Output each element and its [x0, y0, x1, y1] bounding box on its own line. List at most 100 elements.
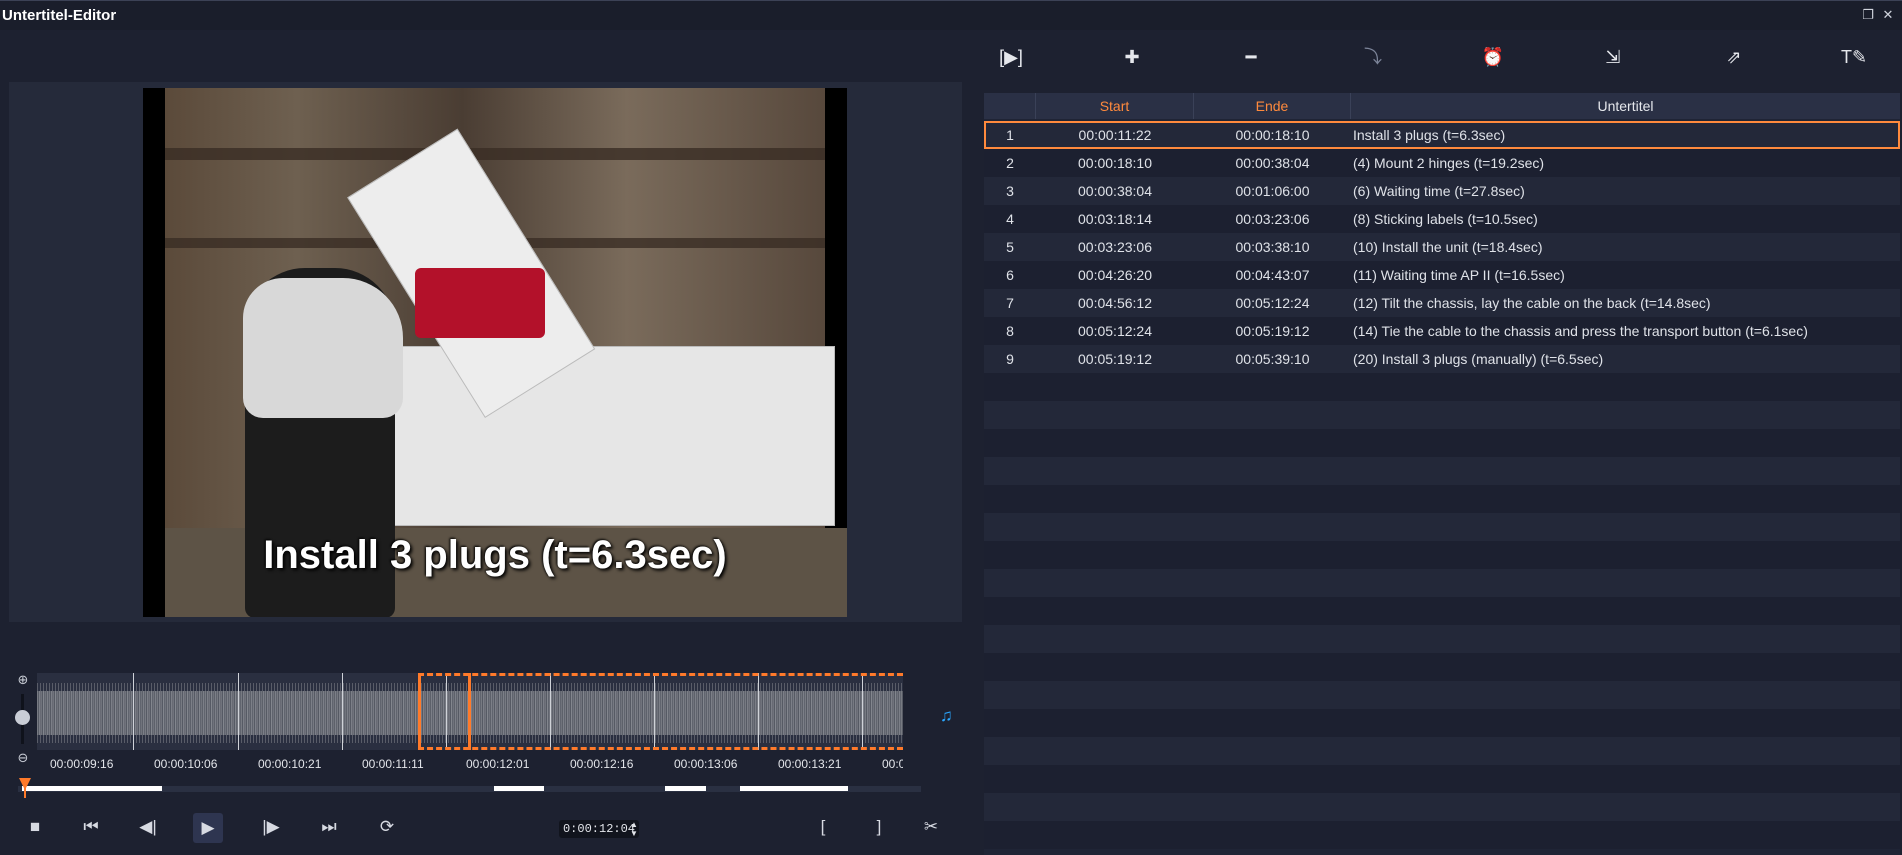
table-row[interactable]: 9 00:05:19:12 00:05:39:10 (20) Install 3… — [984, 345, 1900, 373]
alarm-icon[interactable]: ⏰ — [1478, 42, 1508, 72]
row-ende[interactable]: 00:00:18:10 — [1194, 121, 1351, 149]
row-ende[interactable]: 00:05:39:10 — [1194, 345, 1351, 373]
scrub-bar[interactable] — [18, 786, 921, 792]
subtitle-marker — [494, 786, 544, 791]
import-icon[interactable]: ⇲ — [1598, 42, 1628, 72]
row-subtitle[interactable]: Install 3 plugs (t=6.3sec) — [1353, 121, 1505, 149]
timecode-spinner-icon[interactable]: ▲ ▼ — [630, 820, 638, 838]
subtitle-range-selection[interactable] — [418, 673, 903, 750]
row-ende[interactable]: 00:05:19:12 — [1194, 317, 1351, 345]
mark-in-icon[interactable]: [ — [808, 812, 838, 842]
table-row[interactable]: 8 00:05:12:24 00:05:19:12 (14) Tie the c… — [984, 317, 1900, 345]
empty-row — [984, 373, 1900, 401]
row-start[interactable]: 00:00:18:10 — [1036, 149, 1194, 177]
empty-row — [984, 569, 1900, 597]
tick-label: 00:00:13:06 — [674, 757, 738, 771]
row-ende[interactable]: 00:05:12:24 — [1194, 289, 1351, 317]
zoom-in-icon[interactable]: ⊕ — [15, 672, 31, 688]
table-row[interactable]: 3 00:00:38:04 00:01:06:00 (6) Waiting ti… — [984, 177, 1900, 205]
audio-waveform-icon[interactable]: ♫ — [940, 706, 962, 726]
subtitle-overlay: Install 3 plugs (t=6.3sec) — [263, 533, 727, 577]
mark-out-icon[interactable]: ] — [864, 812, 894, 842]
table-header: Start Ende Untertitel — [984, 93, 1900, 119]
subtitle-marker — [740, 786, 848, 791]
empty-row — [984, 709, 1900, 737]
table-row[interactable]: 6 00:04:26:20 00:04:43:07 (11) Waiting t… — [984, 261, 1900, 289]
row-number: 4 — [1006, 211, 1014, 227]
row-ende[interactable]: 00:00:38:04 — [1194, 149, 1351, 177]
empty-row — [984, 765, 1900, 793]
import-disabled-icon[interactable]: ⤵ — [1358, 42, 1388, 72]
table-row[interactable]: 2 00:00:18:10 00:00:38:04 (4) Mount 2 hi… — [984, 149, 1900, 177]
empty-row — [984, 737, 1900, 765]
table-row[interactable]: 5 00:03:23:06 00:03:38:10 (10) Install t… — [984, 233, 1900, 261]
playhead[interactable] — [19, 778, 31, 798]
header-start[interactable]: Start — [1036, 93, 1194, 119]
row-ende[interactable]: 00:03:23:06 — [1194, 205, 1351, 233]
row-start[interactable]: 00:04:56:12 — [1036, 289, 1194, 317]
row-start[interactable]: 00:00:38:04 — [1036, 177, 1194, 205]
empty-row — [984, 457, 1900, 485]
tick-label: 00:00:10:06 — [154, 757, 218, 771]
row-ende[interactable]: 00:01:06:00 — [1194, 177, 1351, 205]
restore-window-icon[interactable]: ❐ — [1860, 7, 1876, 23]
row-start[interactable]: 00:03:23:06 — [1036, 233, 1194, 261]
title-bar: Untertitel-Editor ❐ ✕ — [0, 0, 1902, 30]
row-subtitle[interactable]: (8) Sticking labels (t=10.5sec) — [1353, 205, 1538, 233]
tick-label: 00:00:11:11 — [362, 757, 424, 771]
audio-waveform-timeline[interactable] — [37, 673, 903, 750]
text-edit-icon[interactable]: T✎ — [1839, 42, 1869, 72]
next-frame-icon[interactable]: |▶ — [256, 812, 286, 842]
subtitle-table: Start Ende Untertitel 1 00:00:11:22 00:0… — [984, 93, 1900, 855]
empty-row — [984, 401, 1900, 429]
header-untertitel[interactable]: Untertitel — [1351, 93, 1900, 119]
empty-row — [984, 681, 1900, 709]
previous-frame-icon[interactable]: ◀| — [133, 812, 163, 842]
play-subtitle-icon[interactable]: [▶] — [996, 42, 1026, 72]
video-preview[interactable]: Install 3 plugs (t=6.3sec) — [143, 88, 847, 617]
header-number[interactable] — [984, 93, 1036, 119]
timeline-ruler: 00:00:09:16 00:00:10:06 00:00:10:21 00:0… — [37, 757, 903, 773]
export-icon[interactable]: ⇗ — [1719, 42, 1749, 72]
row-start[interactable]: 00:00:11:22 — [1036, 121, 1194, 149]
row-subtitle[interactable]: (12) Tilt the chassis, lay the cable on … — [1353, 289, 1711, 317]
split-icon[interactable]: ✂ — [916, 812, 946, 842]
play-icon[interactable]: ▶ — [193, 813, 223, 843]
row-subtitle[interactable]: (11) Waiting time AP II (t=16.5sec) — [1353, 261, 1565, 289]
go-to-start-icon[interactable]: ⏮ — [76, 812, 106, 842]
zoom-out-icon[interactable]: ⊖ — [15, 750, 31, 766]
row-subtitle[interactable]: (6) Waiting time (t=27.8sec) — [1353, 177, 1525, 205]
empty-row — [984, 485, 1900, 513]
table-row[interactable]: 4 00:03:18:14 00:03:23:06 (8) Sticking l… — [984, 205, 1900, 233]
empty-row — [984, 597, 1900, 625]
empty-row — [984, 541, 1900, 569]
row-subtitle[interactable]: (4) Mount 2 hinges (t=19.2sec) — [1353, 149, 1544, 177]
row-ende[interactable]: 00:03:38:10 — [1194, 233, 1351, 261]
subtitle-segment[interactable] — [418, 673, 471, 750]
video-preview-panel: Install 3 plugs (t=6.3sec) — [9, 82, 962, 622]
row-start[interactable]: 00:05:19:12 — [1036, 345, 1194, 373]
row-number: 2 — [1006, 155, 1014, 171]
row-number: 5 — [1006, 239, 1014, 255]
repeat-icon[interactable]: ⟳ — [372, 812, 402, 842]
table-row[interactable]: 1 00:00:11:22 00:00:18:10 Install 3 plug… — [984, 121, 1900, 149]
remove-icon[interactable]: ━ — [1236, 42, 1266, 72]
close-icon[interactable]: ✕ — [1880, 7, 1896, 23]
stop-icon[interactable]: ■ — [20, 812, 50, 842]
row-subtitle[interactable]: (20) Install 3 plugs (manually) (t=6.5se… — [1353, 345, 1603, 373]
table-row[interactable]: 7 00:04:56:12 00:05:12:24 (12) Tilt the … — [984, 289, 1900, 317]
add-icon[interactable]: ✚ — [1117, 42, 1147, 72]
header-ende[interactable]: Ende — [1194, 93, 1351, 119]
empty-row — [984, 821, 1900, 849]
go-to-end-icon[interactable]: ⏭ — [314, 812, 344, 842]
timecode-field[interactable]: 0:00:12:04 — [559, 820, 639, 838]
row-subtitle[interactable]: (14) Tie the cable to the chassis and pr… — [1353, 317, 1808, 345]
window-title: Untertitel-Editor — [2, 7, 117, 24]
row-start[interactable]: 00:04:26:20 — [1036, 261, 1194, 289]
row-ende[interactable]: 00:04:43:07 — [1194, 261, 1351, 289]
zoom-slider-knob[interactable] — [15, 710, 30, 725]
row-start[interactable]: 00:05:12:24 — [1036, 317, 1194, 345]
row-subtitle[interactable]: (10) Install the unit (t=18.4sec) — [1353, 233, 1543, 261]
tick-label: 00:00:09:16 — [50, 757, 114, 771]
row-start[interactable]: 00:03:18:14 — [1036, 205, 1194, 233]
